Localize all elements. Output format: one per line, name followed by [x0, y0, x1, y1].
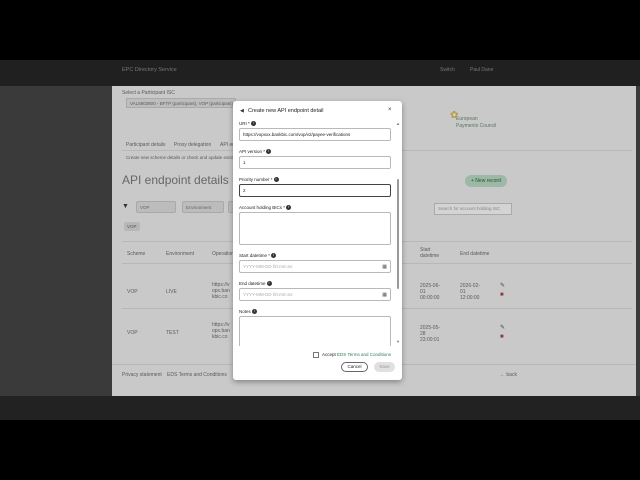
info-icon[interactable]: i — [271, 253, 277, 259]
col-start: Start datetime — [420, 247, 440, 259]
start-placeholder: YYYY-MM-DD hh:mm:ss — [243, 264, 293, 269]
priority-label: Priority number * i — [239, 177, 279, 183]
page-title: API endpoint details (2) — [122, 173, 247, 187]
back-link[interactable]: ← back — [500, 372, 517, 378]
close-icon[interactable]: × — [388, 107, 392, 113]
row1-url: https://vopx.bankbic.com/vop/v2/payee-ve… — [212, 282, 230, 300]
row1-scheme: VOP — [127, 289, 138, 295]
epc-logo-icon: ✿ — [450, 110, 459, 121]
dialog-scrollbar[interactable] — [397, 179, 399, 289]
participant-select[interactable]: VAL5903800 - BFTP (participant), VOP (pa… — [126, 98, 236, 108]
brand-line1: European — [456, 116, 478, 122]
user-name[interactable]: Paul Dane — [470, 67, 493, 73]
scroll-down-icon[interactable]: ▼ — [396, 339, 400, 344]
row2-url: https://vopx.bankbic.com/vop/v2/payee-ve… — [212, 322, 230, 340]
accept-terms-label: Accept EDS Terms and Conditions — [322, 352, 391, 357]
dialog-title: Create new API endpoint detail — [248, 108, 324, 114]
col-scheme: Scheme — [127, 251, 146, 257]
create-endpoint-dialog: ◀ Create new API endpoint detail × URI *… — [233, 101, 402, 380]
row1-end: 2026-02-01 12:00:00 — [460, 283, 481, 301]
row2-env: TEST — [166, 330, 179, 336]
calendar-icon[interactable]: ▦ — [382, 292, 387, 298]
info-icon[interactable]: i — [273, 177, 279, 183]
info-icon[interactable]: i — [286, 205, 292, 211]
new-record-button[interactable]: + New record — [465, 175, 507, 187]
start-datetime-input[interactable]: YYYY-MM-DD hh:mm:ss ▦ — [239, 260, 391, 273]
app-header-band: EPC Directory Service Switch Paul Dane — [0, 60, 640, 86]
dialog-body: URI * i https://vopxxx.bankbic.com/vop/v2… — [233, 121, 402, 346]
letterbox-bottom — [0, 396, 640, 420]
edit-icon[interactable]: ✎ — [500, 282, 505, 289]
priority-input[interactable]: 2 — [239, 184, 391, 197]
url-label: URI * i — [239, 121, 256, 127]
end-datetime-input[interactable]: YYYY-MM-DD hh:mm:ss ▦ — [239, 288, 391, 301]
active-filter-chip[interactable]: VOP — [124, 222, 140, 231]
search-input[interactable]: Search for account holding ISC — [434, 203, 512, 215]
filter-icon[interactable]: ▼ — [122, 203, 129, 210]
account-bics-textarea[interactable] — [239, 212, 391, 245]
accept-terms-checkbox[interactable] — [313, 352, 319, 358]
info-icon[interactable]: i — [250, 121, 256, 127]
overlay-left — [0, 86, 112, 396]
account-bics-label: Account holding BICs * i — [239, 205, 292, 211]
notes-label: Notes i — [239, 309, 257, 315]
filter-scheme[interactable]: VOP — [136, 201, 176, 213]
row1-env: LIVE — [166, 289, 177, 295]
switch-button[interactable]: Switch — [440, 67, 455, 73]
filter-environment[interactable]: Environment — [182, 201, 224, 213]
api-version-input[interactable]: 1 — [239, 156, 391, 169]
info-icon[interactable]: i — [251, 309, 257, 315]
page-description: Create new scheme details or check and u… — [126, 155, 250, 160]
col-end: End datetime — [460, 251, 490, 257]
dialog-footer: Accept EDS Terms and Conditions Cancel S… — [233, 346, 402, 380]
col-operation: Operation — [212, 251, 234, 257]
api-version-label: API version * i — [239, 149, 272, 155]
calendar-icon[interactable]: ▦ — [382, 264, 387, 270]
notes-textarea[interactable] — [239, 316, 391, 346]
tab-proxy-delegation[interactable]: Proxy delegation — [174, 142, 211, 148]
dialog-icon: ◀ — [240, 108, 244, 114]
url-input[interactable]: https://vopxxx.bankbic.com/vop/v2/payee-… — [239, 128, 391, 141]
scroll-up-icon[interactable]: ▲ — [396, 121, 400, 126]
brand-line2: Payments Council — [456, 123, 497, 129]
footer-privacy-link[interactable]: Privacy statement — [122, 372, 162, 378]
delete-icon[interactable]: ■ — [500, 334, 504, 340]
end-label: End datetime i — [239, 281, 272, 287]
edit-icon[interactable]: ✎ — [500, 324, 505, 331]
cancel-button[interactable]: Cancel — [341, 362, 368, 372]
row2-scheme: VOP — [127, 330, 138, 336]
row1-start: 2025-06-01 00:00:00 — [420, 283, 441, 301]
footer-terms-link[interactable]: EDS Terms and Conditions — [167, 372, 227, 378]
participant-value: VAL5903800 - BFTP (participant), VOP (pa… — [130, 101, 234, 106]
terms-link[interactable]: EDS Terms and Conditions — [337, 352, 391, 357]
info-icon[interactable]: i — [266, 281, 272, 287]
end-placeholder: YYYY-MM-DD hh:mm:ss — [243, 292, 293, 297]
tab-participant-details[interactable]: Participant details — [126, 142, 165, 148]
video-frame: EPC Directory Service Switch Paul Dane S… — [0, 0, 640, 480]
col-environment: Environment — [166, 251, 195, 257]
save-button[interactable]: Save — [374, 362, 395, 372]
dialog-header: ◀ Create new API endpoint detail × — [233, 101, 402, 121]
delete-icon[interactable]: ■ — [500, 292, 504, 298]
info-icon[interactable]: i — [266, 149, 272, 155]
row2-start: 2025-05-28 23:00:01 — [420, 325, 441, 343]
app-title: EPC Directory Service — [122, 67, 177, 73]
start-label: Start datetime * i — [239, 253, 277, 259]
participant-label: Select a Participant ISC — [122, 90, 175, 96]
letterbox-top — [0, 0, 640, 60]
